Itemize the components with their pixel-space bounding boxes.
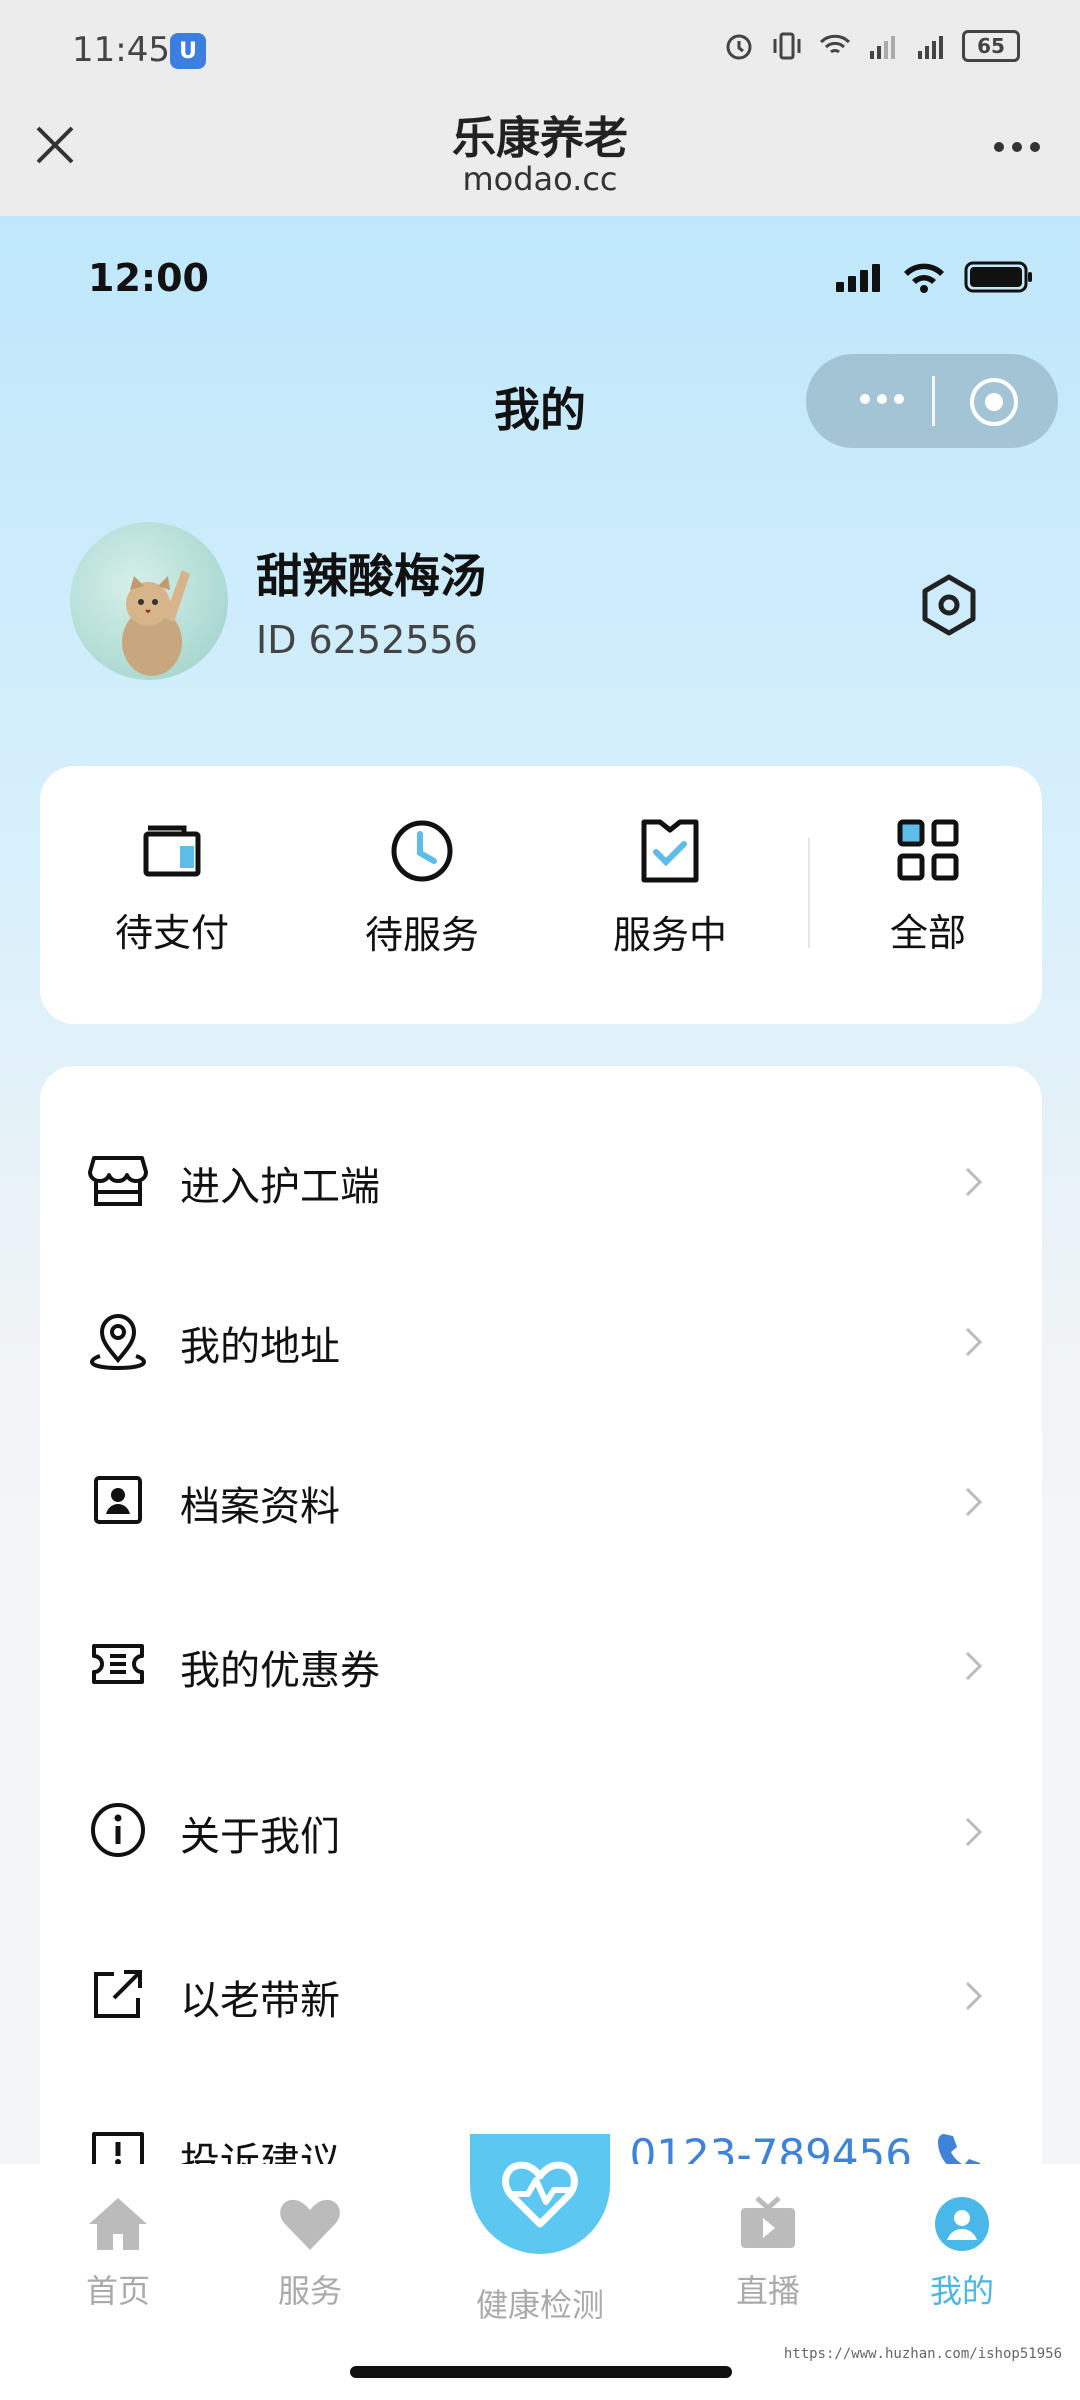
tab-mine[interactable]: 我的 xyxy=(882,2194,1042,2312)
chevron-right-icon xyxy=(965,1651,983,1681)
miniprogram-capsule xyxy=(806,354,1058,448)
order-pending-payment[interactable]: 待支付 xyxy=(72,818,272,957)
profile-card-icon xyxy=(94,1476,142,1524)
webview-subtitle: modao.cc xyxy=(462,160,618,198)
system-time: 11:45 xyxy=(72,30,170,70)
vibrate-icon xyxy=(773,32,801,60)
home-icon xyxy=(89,2198,147,2250)
wifi-icon xyxy=(819,34,851,54)
app-badge-icon: U xyxy=(170,33,206,69)
order-all[interactable]: 全部 xyxy=(828,818,1028,957)
menu-item-coupons[interactable]: 我的优惠券 xyxy=(40,1608,1042,1718)
cellular-icon xyxy=(836,264,880,292)
more-options-icon[interactable] xyxy=(994,142,1040,152)
menu-item-address[interactable]: 我的地址 xyxy=(40,1284,1042,1394)
tab-label: 健康检测 xyxy=(475,2286,604,2324)
order-label: 待服务 xyxy=(364,913,479,957)
avatar[interactable] xyxy=(70,522,228,680)
share-icon xyxy=(94,1970,142,2018)
order-label: 待支付 xyxy=(114,911,229,955)
store-icon xyxy=(88,1156,148,1206)
username: 甜辣酸梅汤 xyxy=(256,549,486,603)
order-label: 服务中 xyxy=(612,913,727,957)
clock-icon xyxy=(391,820,453,882)
order-in-service[interactable]: 服务中 xyxy=(570,818,770,959)
grid-icon xyxy=(897,819,959,881)
menu-item-about[interactable]: 关于我们 xyxy=(40,1774,1042,1884)
heart-icon xyxy=(280,2199,340,2250)
menu-item-records[interactable]: 档案资料 xyxy=(40,1444,1042,1554)
system-indicators: 65 xyxy=(722,30,1020,62)
menu-item-label: 进入护工端 xyxy=(180,1164,380,1210)
chevron-right-icon xyxy=(965,1981,983,2011)
battery-icon: 65 xyxy=(962,30,1020,62)
menu-item-label: 我的地址 xyxy=(180,1324,340,1370)
cat-avatar-icon xyxy=(122,570,190,676)
tab-live[interactable]: 直播 xyxy=(688,2194,848,2312)
menu-item-label: 以老带新 xyxy=(180,1978,340,2024)
wallet-icon xyxy=(143,825,201,877)
alarm-icon xyxy=(726,34,752,60)
inner-status-time: 12:00 xyxy=(88,256,209,300)
inner-status-icons xyxy=(834,260,1034,294)
info-icon xyxy=(91,1803,145,1857)
signal-5g-icon xyxy=(918,36,943,59)
capsule-close-icon[interactable] xyxy=(970,378,1018,426)
battery-icon xyxy=(964,261,1032,293)
order-pending-service[interactable]: 待服务 xyxy=(322,818,522,959)
orders-card: 待支付 待服务 服务中 全部 xyxy=(40,766,1042,1024)
tab-home[interactable]: 首页 xyxy=(38,2194,198,2312)
tab-label: 首页 xyxy=(85,2272,150,2310)
menu-item-referral[interactable]: 以老带新 xyxy=(40,1938,1042,2048)
profile-page: 12:00 我的 甜辣酸梅汤 ID 6252556 待支付 待服务 服务中 全部… xyxy=(0,216,1080,2400)
watermark: https://www.huzhan.com/ishop51956 xyxy=(783,2346,1062,2362)
chevron-right-icon xyxy=(965,1327,983,1357)
wifi-icon xyxy=(904,263,944,293)
tab-label: 直播 xyxy=(735,2272,800,2310)
orders-divider xyxy=(808,838,810,948)
order-label: 全部 xyxy=(889,911,966,955)
in-service-icon xyxy=(641,819,699,883)
chevron-right-icon xyxy=(965,1167,983,1197)
tab-service[interactable]: 服务 xyxy=(230,2194,390,2312)
capsule-more-icon[interactable] xyxy=(860,394,904,404)
chevron-right-icon xyxy=(965,1817,983,1847)
system-status-bar: 11:45 U 65 xyxy=(0,0,1080,100)
tab-label: 服务 xyxy=(277,2272,342,2310)
webview-title: 乐康养老 xyxy=(452,113,628,164)
capsule-divider xyxy=(932,376,935,426)
webview-header: 乐康养老 modao.cc xyxy=(0,100,1080,216)
user-icon xyxy=(935,2197,989,2251)
tv-icon xyxy=(741,2196,795,2248)
tab-health-check[interactable] xyxy=(470,2134,610,2254)
menu-item-caregiver[interactable]: 进入护工端 xyxy=(40,1124,1042,1234)
bottom-tab-bar: 首页 服务 健康检测 直播 我的 xyxy=(0,2134,1080,2400)
settings-icon[interactable] xyxy=(916,572,982,638)
menu-item-label: 关于我们 xyxy=(180,1814,340,1860)
signal-2g-icon xyxy=(870,36,895,59)
location-icon xyxy=(89,1314,147,1370)
chevron-right-icon xyxy=(965,1487,983,1517)
tab-label: 我的 xyxy=(929,2272,994,2310)
user-id: ID 6252556 xyxy=(256,618,478,662)
home-indicator xyxy=(350,2366,732,2378)
coupon-icon xyxy=(92,1644,144,1684)
menu-item-label: 档案资料 xyxy=(180,1484,340,1530)
menu-item-label: 我的优惠券 xyxy=(180,1648,380,1694)
health-check-icon xyxy=(502,2161,578,2228)
